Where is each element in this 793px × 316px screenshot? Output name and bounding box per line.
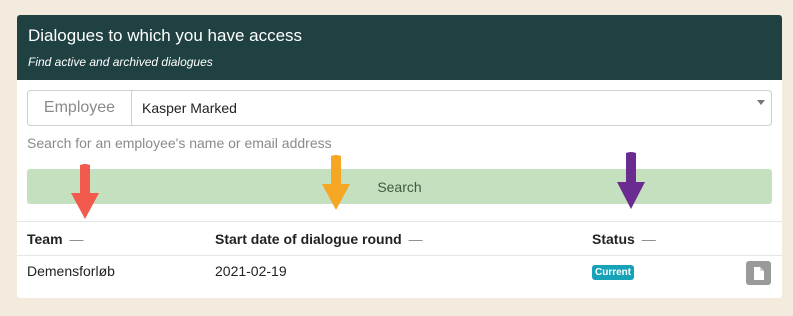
sort-indicator-icon[interactable]: — <box>642 231 656 247</box>
employee-addon-label: Employee <box>28 91 132 125</box>
chevron-down-icon[interactable] <box>757 100 765 105</box>
column-header-start-date[interactable]: Start date of dialogue round — <box>215 231 423 247</box>
sort-indicator-icon[interactable]: — <box>70 231 84 247</box>
team-cell: Demensforløb <box>27 263 115 279</box>
red-arrow-icon <box>71 164 99 219</box>
orange-arrow-icon <box>322 155 350 210</box>
status-badge: Current <box>592 265 635 280</box>
sort-indicator-icon[interactable]: — <box>409 231 423 247</box>
page-title: Dialogues to which you have access <box>28 26 303 45</box>
column-header-start-date-label: Start date of dialogue round <box>215 231 402 247</box>
card-header: Dialogues to which you have access Find … <box>17 15 782 80</box>
column-header-team-label: Team <box>27 231 63 247</box>
purple-arrow-icon <box>617 152 645 209</box>
search-button[interactable]: Search <box>27 169 772 204</box>
employee-select-group: Employee Kasper Marked <box>27 90 772 126</box>
dialogues-card: Dialogues to which you have access Find … <box>17 15 782 298</box>
start-date-cell: 2021-02-19 <box>215 263 287 279</box>
table-header: Team — Start date of dialogue round — St… <box>17 221 782 256</box>
page-subtitle: Find active and archived dialogues <box>28 55 213 69</box>
employee-select-value: Kasper Marked <box>142 100 237 116</box>
employee-select[interactable]: Kasper Marked <box>132 91 771 125</box>
column-header-team[interactable]: Team — <box>27 231 84 247</box>
employee-help-text: Search for an employee's name or email a… <box>27 135 332 151</box>
document-button[interactable] <box>746 261 771 285</box>
column-header-status-label: Status <box>592 231 635 247</box>
table-row: Demensforløb 2021-02-19 <box>17 256 782 294</box>
column-header-status[interactable]: Status — <box>592 231 656 247</box>
document-icon <box>754 266 764 280</box>
